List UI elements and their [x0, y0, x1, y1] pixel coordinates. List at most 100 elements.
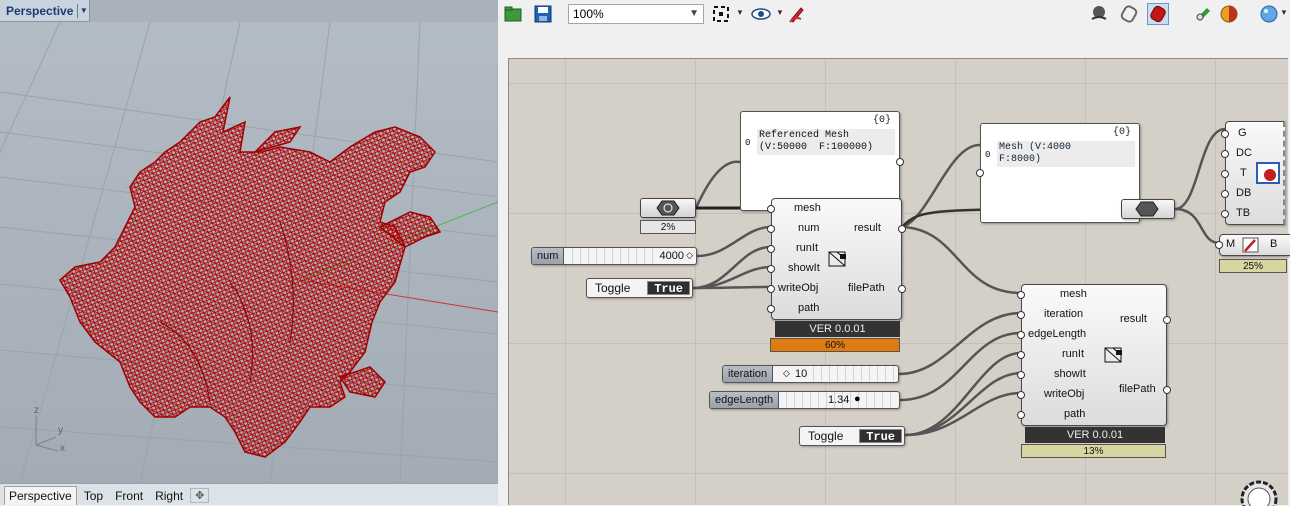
zoom-value: 100% [573, 7, 604, 21]
panel-index: 0 [745, 138, 751, 148]
bake-button[interactable] [1192, 3, 1214, 25]
open-file-button[interactable] [502, 3, 524, 25]
slider-edgelength[interactable]: edgeLength 1.34 ● [709, 391, 900, 409]
input-grip[interactable] [1221, 130, 1229, 138]
input-grip[interactable] [1221, 210, 1229, 218]
preview-selected-button[interactable] [1147, 3, 1169, 25]
rhino-viewport[interactable]: Perspective ▼ z y x Perspective Top Fron… [0, 0, 498, 505]
render-button[interactable] [1258, 3, 1280, 25]
panel-result-mesh[interactable]: {0} 0 Mesh (V:4000 F:8000) [976, 123, 1140, 223]
input-m: M [1226, 238, 1236, 250]
canvas-navigation-widget-icon[interactable] [1235, 477, 1281, 506]
viewport-title: Perspective [6, 3, 74, 18]
input-grip[interactable] [1017, 351, 1025, 359]
output-grip[interactable] [898, 285, 906, 293]
preview-wireframe-icon [1091, 6, 1107, 20]
input-grip[interactable] [1017, 291, 1025, 299]
zoom-select[interactable]: 100% ▼ [568, 4, 704, 24]
component-icon [828, 251, 846, 267]
chevron-down-icon: ▼ [689, 8, 699, 19]
panel-count: {0} [1112, 127, 1131, 138]
input-grip[interactable] [767, 265, 775, 273]
input-grip[interactable] [1017, 391, 1025, 399]
zoom-extents-dropdown-icon[interactable]: ▼ [736, 8, 744, 17]
component-progress: 13% [1021, 444, 1166, 458]
input-grip[interactable] [767, 225, 775, 233]
preview-wire-button[interactable] [1088, 3, 1110, 25]
input-edgelength: edgeLength [1028, 328, 1087, 340]
component-icon [1104, 347, 1122, 363]
boolean-toggle[interactable]: Toggle True [586, 278, 693, 298]
slider-value: 10 [795, 368, 808, 380]
input-grip[interactable] [1017, 371, 1025, 379]
input-grip[interactable] [1221, 190, 1229, 198]
slider-diamond-icon[interactable]: ◇ [686, 250, 693, 261]
output-grip[interactable] [1163, 316, 1171, 324]
tab-perspective[interactable]: Perspective [4, 486, 77, 505]
mesh-param[interactable] [640, 198, 696, 218]
input-grip[interactable] [1221, 170, 1229, 178]
mesh-param-progress: 2% [640, 220, 696, 234]
toggle-value[interactable]: True [647, 281, 690, 296]
output-db: DB [1236, 187, 1252, 199]
output-grip[interactable] [898, 225, 906, 233]
tab-front[interactable]: Front [110, 486, 148, 505]
save-file-button[interactable] [532, 3, 554, 25]
eye-dropdown-icon[interactable]: ▼ [776, 8, 784, 17]
output-result: result [1120, 313, 1147, 325]
input-grip[interactable] [1017, 311, 1025, 319]
input-num: num [798, 222, 820, 234]
preview-eye-button[interactable] [750, 3, 772, 25]
panel-text: Mesh (V:4000 F:8000) [997, 141, 1135, 167]
axis-y-label: y [58, 425, 63, 436]
zoom-extents-button[interactable] [710, 3, 732, 25]
preview-shaded-button[interactable] [1118, 3, 1140, 25]
viewport-menu-dropdown-icon[interactable]: ▼ [77, 3, 89, 18]
input-runit: runIt [1062, 348, 1085, 360]
tab-right[interactable]: Right [150, 486, 188, 505]
input-grip[interactable] [1017, 411, 1025, 419]
output-dc: DC [1236, 147, 1252, 159]
input-showit: showIt [1054, 368, 1086, 380]
render-dropdown-icon[interactable]: ▼ [1280, 8, 1288, 17]
toggle-value[interactable]: True [859, 429, 902, 444]
input-mesh: mesh [794, 202, 821, 214]
slider-iteration[interactable]: iteration ◇ 10 [722, 365, 899, 383]
tab-top[interactable]: Top [79, 486, 108, 505]
viewport-title-tab[interactable]: Perspective ▼ [0, 0, 91, 22]
grasshopper-window: 100% ▼ ▼ ▼ ▼ {0} 0 Referenced Mesh (V:50… [498, 0, 1290, 506]
slider-num[interactable]: num 4000 ◇ [531, 247, 697, 265]
viewport-canvas[interactable]: z y x [0, 22, 498, 483]
input-grip[interactable] [767, 285, 775, 293]
slider-track[interactable] [572, 248, 660, 264]
slider-handle-icon[interactable]: ● [854, 393, 861, 405]
boolean-toggle[interactable]: Toggle True [799, 426, 905, 446]
slider-track[interactable] [813, 366, 897, 382]
output-grip[interactable] [1163, 386, 1171, 394]
input-grip[interactable] [767, 305, 775, 313]
mesh-deconstruct-component[interactable]: G DC T DB TB [1221, 121, 1285, 225]
custom-preview-component[interactable]: M B [1215, 234, 1290, 256]
component-progress: 60% [770, 338, 900, 352]
remesh-iterative-component[interactable]: mesh iteration edgeLength runIt showIt w… [1017, 284, 1171, 426]
grasshopper-canvas[interactable]: {0} 0 Referenced Mesh (V:50000 F:100000)… [508, 58, 1290, 506]
input-grip[interactable] [1221, 150, 1229, 158]
input-grip[interactable] [767, 205, 775, 213]
mesh-param-output[interactable] [1121, 199, 1175, 219]
sketch-button[interactable] [786, 3, 808, 25]
add-viewport-tab-button[interactable]: ✥ [190, 488, 210, 503]
display-material-icon [1256, 162, 1280, 184]
input-grip[interactable] [1017, 331, 1025, 339]
panel-output-grip[interactable] [896, 158, 904, 166]
output-tb: TB [1236, 207, 1251, 219]
slider-diamond-icon[interactable]: ◇ [783, 368, 790, 379]
input-grip[interactable] [1215, 241, 1223, 249]
panel-referenced-mesh[interactable]: {0} 0 Referenced Mesh (V:50000 F:100000) [740, 111, 904, 211]
output-result: result [854, 222, 881, 234]
input-iteration: iteration [1044, 308, 1084, 320]
input-grip[interactable] [767, 245, 775, 253]
material-button[interactable] [1218, 3, 1240, 25]
panel-input-grip[interactable] [976, 169, 984, 177]
remesh-component[interactable]: mesh num runIt showIt writeObj path resu… [767, 198, 906, 320]
zoom-extents-icon [713, 6, 729, 22]
